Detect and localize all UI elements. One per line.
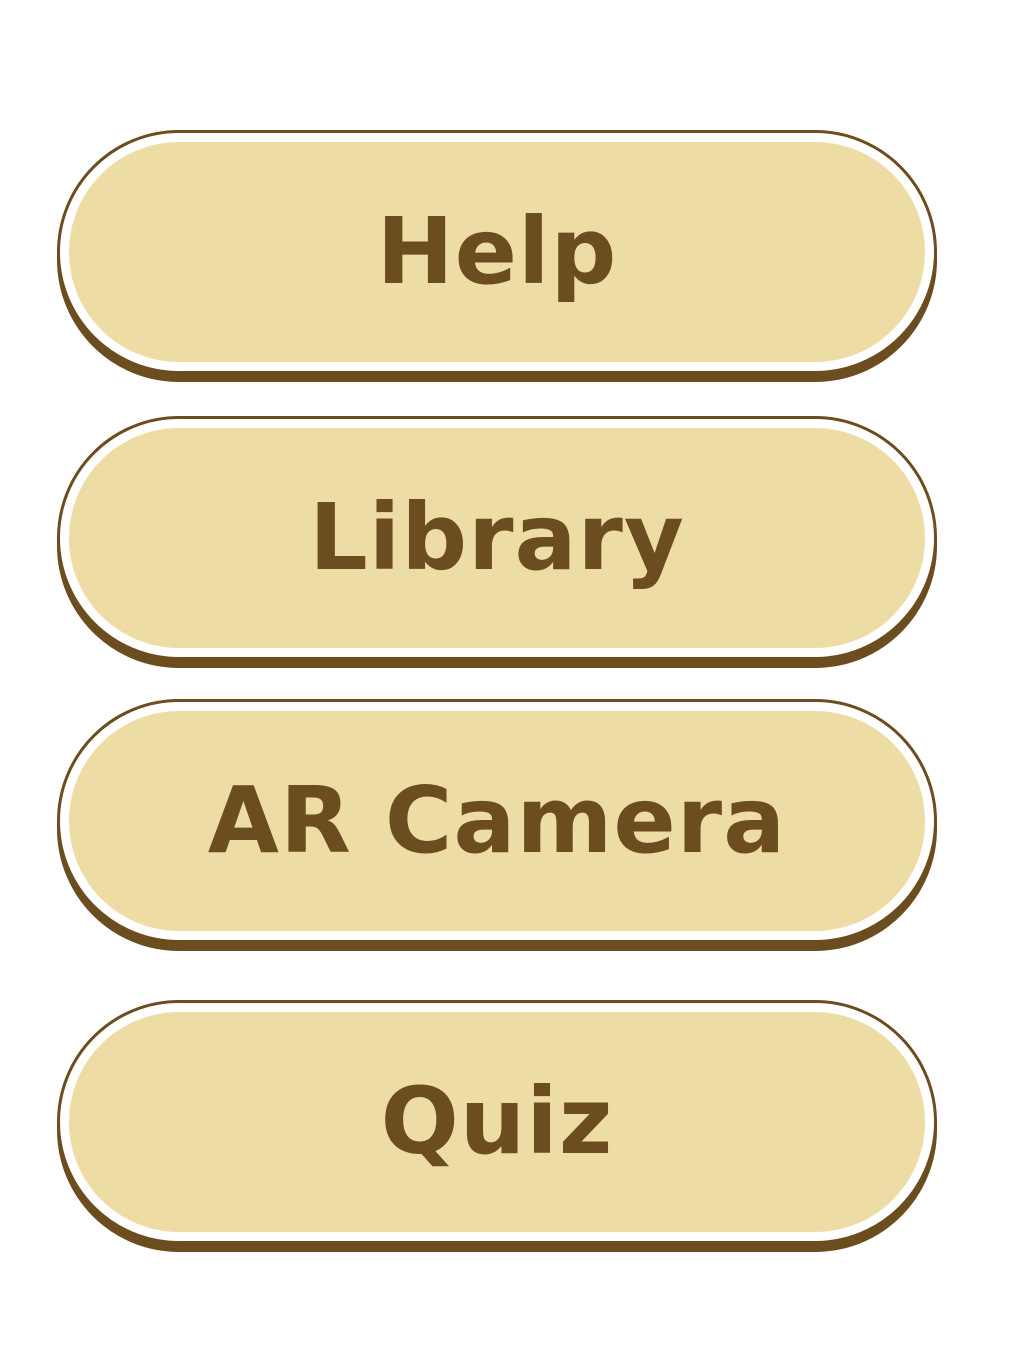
main-menu: Help Library AR Camera Quiz — [0, 0, 1015, 1368]
library-button-face: Library — [69, 428, 925, 648]
ar-camera-button-label: AR Camera — [207, 767, 787, 874]
ar-camera-button[interactable]: AR Camera — [57, 699, 937, 943]
quiz-button-label: Quiz — [380, 1068, 614, 1175]
quiz-button-face: Quiz — [69, 1012, 925, 1232]
library-button[interactable]: Library — [57, 416, 937, 660]
help-button[interactable]: Help — [57, 130, 937, 374]
help-button-face: Help — [69, 142, 925, 362]
ar-camera-button-face: AR Camera — [69, 711, 925, 931]
library-button-label: Library — [309, 484, 685, 591]
help-button-label: Help — [376, 198, 618, 305]
quiz-button[interactable]: Quiz — [57, 1000, 937, 1244]
